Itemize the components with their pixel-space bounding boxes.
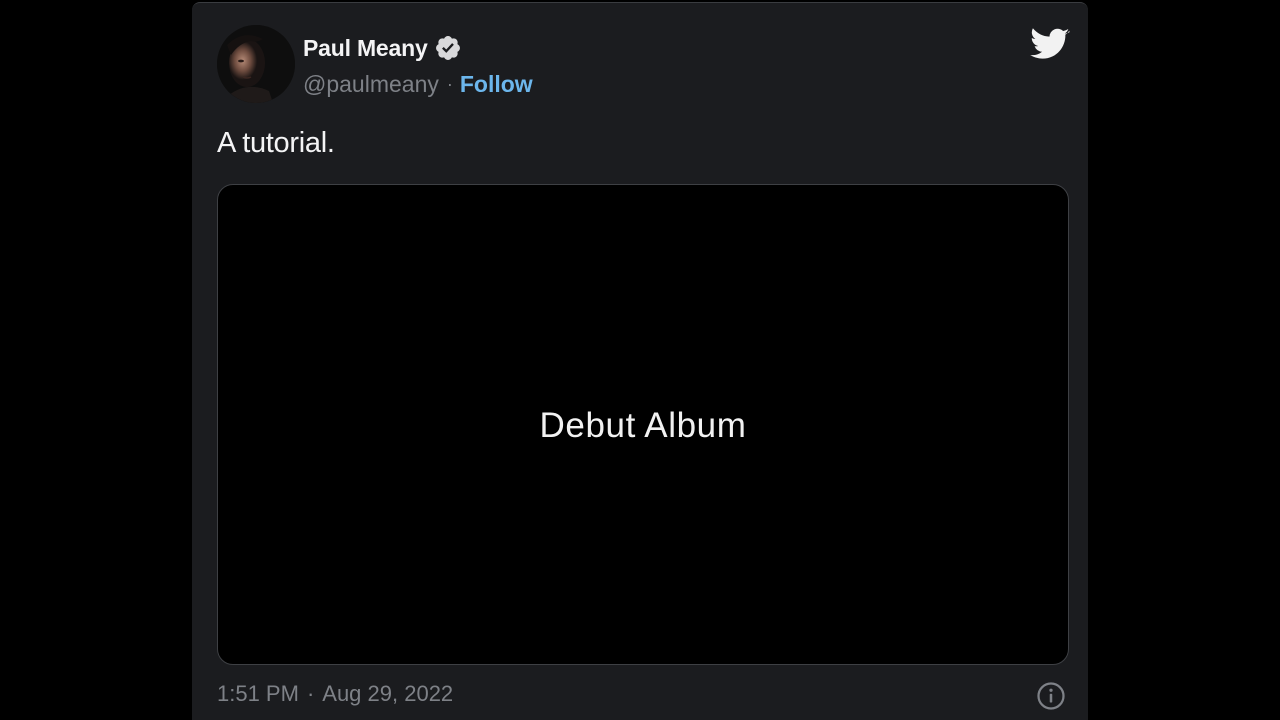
tweet-media-video[interactable]: Debut Album: [217, 184, 1069, 665]
verified-badge-icon: [434, 34, 462, 62]
twitter-bird-icon[interactable]: [1030, 27, 1070, 63]
author-handle[interactable]: @paulmeany: [303, 71, 439, 98]
tweet-time: 1:51 PM: [217, 681, 299, 706]
avatar[interactable]: [217, 25, 295, 103]
author-row: Paul Meany: [303, 33, 462, 63]
tweet-timestamp[interactable]: 1:51 PM · Aug 29, 2022: [217, 681, 453, 707]
separator-dot: ·: [446, 73, 453, 94]
separator-dot: ·: [306, 681, 315, 706]
author-name[interactable]: Paul Meany: [303, 35, 428, 62]
avatar-image: [217, 25, 295, 103]
info-icon[interactable]: [1036, 681, 1066, 711]
handle-row: @paulmeany · Follow: [303, 69, 533, 99]
follow-link[interactable]: Follow: [460, 71, 533, 98]
tweet-date: Aug 29, 2022: [322, 681, 454, 706]
tweet-text: A tutorial.: [217, 127, 335, 159]
tweet-card: Paul Meany @paulmeany · Follow A tutoria…: [192, 2, 1088, 720]
media-title: Debut Album: [539, 406, 747, 445]
